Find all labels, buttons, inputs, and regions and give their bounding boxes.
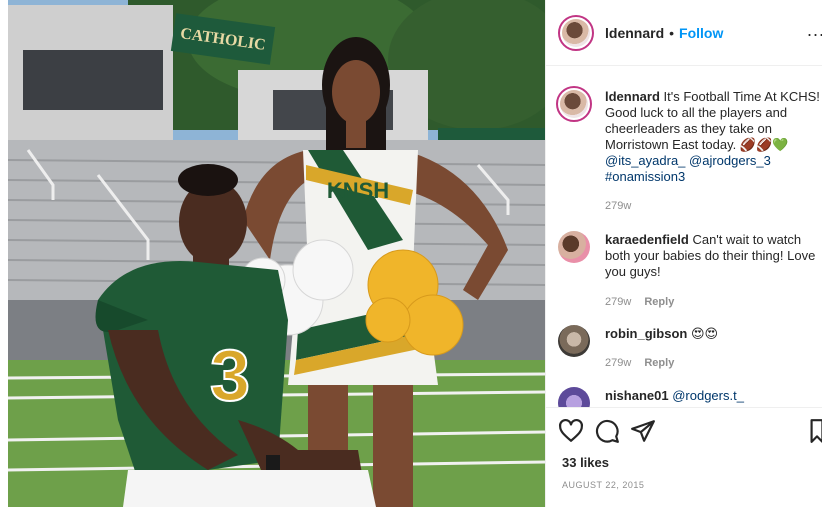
caption-timestamp: 279w <box>605 200 632 212</box>
commenter-avatar[interactable] <box>558 387 590 407</box>
caption-mentions[interactable]: @its_ayadra_ @ajrodgers_3 <box>605 153 771 168</box>
caption-time: 279w <box>605 198 822 214</box>
author-avatar[interactable] <box>558 14 594 51</box>
caption-body: ldennard It's Football Time At KCHS! Goo… <box>605 89 822 214</box>
comment-meta: 279w Reply <box>605 355 822 371</box>
comment-username[interactable]: nishane01 <box>605 388 669 403</box>
reply-button[interactable]: Reply <box>644 357 674 369</box>
header-separator: • <box>669 24 675 41</box>
post-side-panel: ldennard • Follow ... ldennard It's Foot… <box>545 0 822 507</box>
comments-list[interactable]: ldennard It's Football Time At KCHS! Goo… <box>546 67 822 407</box>
post-header: ldennard • Follow ... <box>546 0 822 66</box>
photo-illustration: CATHOLIC FOOTB <box>8 0 545 507</box>
comment-mention[interactable]: @rodgers.t_ <box>672 388 744 403</box>
bookmark-icon[interactable] <box>810 418 822 444</box>
cheer-letters: KNSH <box>327 178 389 203</box>
post-date: AUGUST 22, 2015 <box>562 480 645 490</box>
comment-body: karaedenfield Can't wait to watch both y… <box>605 232 822 310</box>
jersey-number: 3 <box>210 336 250 416</box>
comment-username[interactable]: karaedenfield <box>605 232 689 247</box>
author-username-link[interactable]: ldennard <box>605 25 664 41</box>
comment-icon[interactable] <box>594 418 620 444</box>
comment-meta: 279w Reply <box>605 294 822 310</box>
comment-body: nishane01 @rodgers.t_ <box>605 388 822 404</box>
likes-count[interactable]: 33 likes <box>562 455 609 470</box>
comment-text: 😍😍 <box>690 326 719 341</box>
comment-username[interactable]: robin_gibson <box>605 326 687 341</box>
heart-icon[interactable] <box>558 418 584 444</box>
share-icon[interactable] <box>630 418 656 444</box>
caption-username[interactable]: ldennard <box>605 89 660 104</box>
post-photo[interactable]: CATHOLIC FOOTB <box>8 0 545 507</box>
commenter-avatar[interactable] <box>558 325 590 357</box>
comment-timestamp: 279w <box>605 296 632 308</box>
reply-button[interactable]: Reply <box>644 296 674 308</box>
caption-hashtag[interactable]: #onamission3 <box>605 169 685 184</box>
comment-timestamp: 279w <box>605 357 632 369</box>
caption-emojis: 🏈🏈💚 <box>739 137 789 152</box>
comment-body: robin_gibson 😍😍 279w Reply <box>605 326 822 371</box>
post-actions: 33 likes AUGUST 22, 2015 <box>546 407 822 507</box>
more-horizontal-icon[interactable]: ... <box>807 20 822 41</box>
action-buttons <box>558 418 822 446</box>
follow-button[interactable]: Follow <box>679 25 723 41</box>
caption-avatar[interactable] <box>556 86 592 122</box>
commenter-avatar[interactable] <box>558 231 590 263</box>
